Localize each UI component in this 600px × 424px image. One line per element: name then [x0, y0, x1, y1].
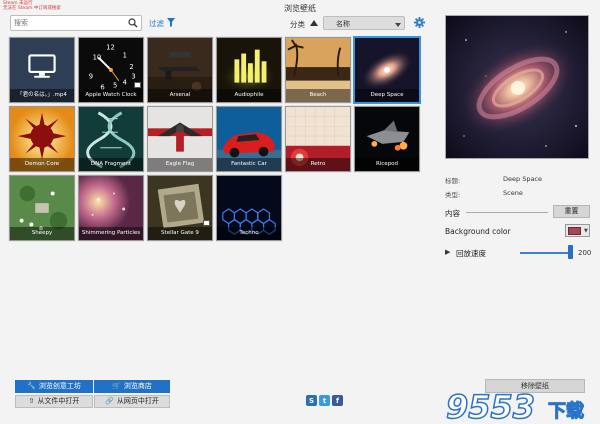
wallpaper-tile[interactable]: Arsenal: [147, 37, 213, 103]
filter-label: 过滤: [149, 19, 164, 28]
wallpaper-tile[interactable]: Ricepod: [354, 106, 420, 172]
background-color-label: Background color: [445, 227, 511, 236]
sort-select[interactable]: 名称: [323, 16, 405, 30]
open-from-file-label: 从文件中打开: [37, 397, 80, 405]
title-field-value: Deep Space: [503, 175, 543, 183]
svg-text:1: 1: [123, 51, 127, 59]
title-field-label: 标题:: [445, 177, 461, 185]
wallpaper-tile[interactable]: 12 1 2 3 9 10 6 5 4 Apple Watch Clock: [78, 37, 144, 103]
workshop-badge-icon: [134, 82, 141, 88]
sort-ascending-icon[interactable]: [310, 20, 318, 28]
svg-text:9553: 9553: [446, 388, 535, 424]
wallpaper-tile[interactable]: Sheepy: [9, 175, 75, 241]
open-from-web-button[interactable]: 🔗 从网页中打开: [94, 395, 170, 408]
search-input[interactable]: [14, 17, 126, 29]
wallpaper-tile-label: Stellar Gate 9: [148, 227, 212, 240]
wallpaper-tile[interactable]: Fantastic Car: [216, 106, 282, 172]
wallpaper-tile[interactable]: Demon Core: [9, 106, 75, 172]
wallpaper-tile-label: 「君の名は。」.mp4: [10, 89, 74, 102]
slider-fill: [520, 252, 569, 254]
upload-icon: ⇧: [28, 397, 35, 405]
browse-workshop-button[interactable]: 🔧 浏览创意工坊: [15, 380, 93, 393]
wallpaper-tile[interactable]: Audiophile: [216, 37, 282, 103]
sort-label: 分类: [290, 20, 305, 29]
browse-store-button[interactable]: 🛒 浏览商店: [94, 380, 170, 393]
wallpaper-tile[interactable]: Stellar Gate 9: [147, 175, 213, 241]
svg-text:2: 2: [129, 63, 133, 71]
wallpaper-tile[interactable]: Shimmering Particles: [78, 175, 144, 241]
wallpaper-tile[interactable]: 「君の名は。」.mp4: [9, 37, 75, 103]
browse-store-label: 浏览商店: [123, 382, 152, 390]
wallpaper-tile-label: Sheepy: [10, 227, 74, 240]
wallpaper-preview: [445, 15, 589, 159]
wallpaper-tile-label: Shimmering Particles: [79, 227, 143, 240]
wallpaper-grid: 「君の名は。」.mp4 12 1 2 3 9 10 6 5 4 Apple Watch Clock A…: [9, 36, 421, 241]
wallpaper-tile[interactable]: Beach: [285, 37, 351, 103]
funnel-icon: [167, 18, 175, 29]
slider-handle[interactable]: [568, 245, 573, 259]
gear-icon[interactable]: [414, 17, 425, 30]
browse-workshop-label: 浏览创意工坊: [38, 382, 81, 390]
wallpaper-tile-label: Beach: [286, 89, 350, 102]
wallpaper-tile-label: Arsenal: [148, 89, 212, 102]
wallpaper-tile[interactable]: DNA Fragment: [78, 106, 144, 172]
type-field-label: 类型:: [445, 191, 461, 199]
playback-speed-value: 200: [578, 249, 592, 257]
link-icon: 🔗: [105, 397, 114, 405]
chevron-down-icon: ▼: [584, 228, 588, 234]
open-from-web-label: 从网页中打开: [116, 397, 159, 405]
wallpaper-tile-label: Techno: [217, 227, 281, 240]
wrench-icon: 🔧: [27, 382, 36, 390]
type-field-value: Scene: [503, 189, 523, 197]
playback-speed-slider[interactable]: [520, 252, 572, 254]
wallpaper-browser-window: Steam 未运行 无法在 Steam 中订阅或搜索 浏览壁纸 过滤 分类 名称: [0, 0, 600, 424]
play-icon[interactable]: ▶: [445, 248, 450, 256]
wallpaper-tile-label: Retro: [286, 158, 350, 171]
sort-select-value: 名称: [336, 20, 350, 28]
open-from-file-button[interactable]: ⇧ 从文件中打开: [15, 395, 93, 408]
wallpaper-tile-label: Deep Space: [355, 89, 419, 102]
search-box[interactable]: [10, 15, 142, 31]
content-divider: [466, 212, 548, 213]
chevron-down-icon: [395, 21, 401, 29]
twitter-icon[interactable]: t: [319, 395, 330, 406]
svg-text:3: 3: [131, 73, 135, 81]
wallpaper-tile[interactable]: Techno: [216, 175, 282, 241]
wallpaper-tile-label: Eagle Flag: [148, 158, 212, 171]
content-label: 内容: [445, 209, 460, 218]
wallpaper-tile-label: Demon Core: [10, 158, 74, 171]
wallpaper-tile[interactable]: Retro: [285, 106, 351, 172]
social-links: S t f: [306, 395, 343, 406]
wallpaper-tile[interactable]: Deep Space: [353, 36, 421, 104]
wallpaper-tile-label: Apple Watch Clock: [79, 89, 143, 102]
steam-icon[interactable]: S: [306, 395, 317, 406]
filter-button[interactable]: 过滤: [149, 18, 175, 29]
background-color-picker[interactable]: ▼: [565, 224, 590, 237]
window-title: 浏览壁纸: [284, 4, 316, 13]
cart-icon: 🛒: [112, 382, 121, 390]
color-swatch: [568, 227, 581, 235]
wallpaper-tile-label: DNA Fragment: [79, 158, 143, 171]
wallpaper-tile-label: Fantastic Car: [217, 158, 281, 171]
svg-text:9: 9: [89, 73, 93, 81]
svg-text:12: 12: [106, 44, 115, 52]
wallpaper-tile-label: Ricepod: [355, 158, 419, 171]
title-bar: Steam 未运行 无法在 Steam 中订阅或搜索 浏览壁纸: [0, 0, 600, 14]
workshop-badge-icon: [203, 220, 210, 226]
search-icon[interactable]: [128, 18, 138, 30]
facebook-icon[interactable]: f: [332, 395, 343, 406]
playback-speed-label: 回放速度: [456, 249, 486, 258]
svg-text:4: 4: [123, 79, 127, 87]
wallpaper-tile-label: Audiophile: [217, 89, 281, 102]
site-watermark: 9553 下载: [444, 383, 600, 424]
wallpaper-tile[interactable]: Eagle Flag: [147, 106, 213, 172]
reset-button[interactable]: 重置: [553, 205, 590, 218]
svg-text:下载: 下载: [548, 400, 584, 422]
